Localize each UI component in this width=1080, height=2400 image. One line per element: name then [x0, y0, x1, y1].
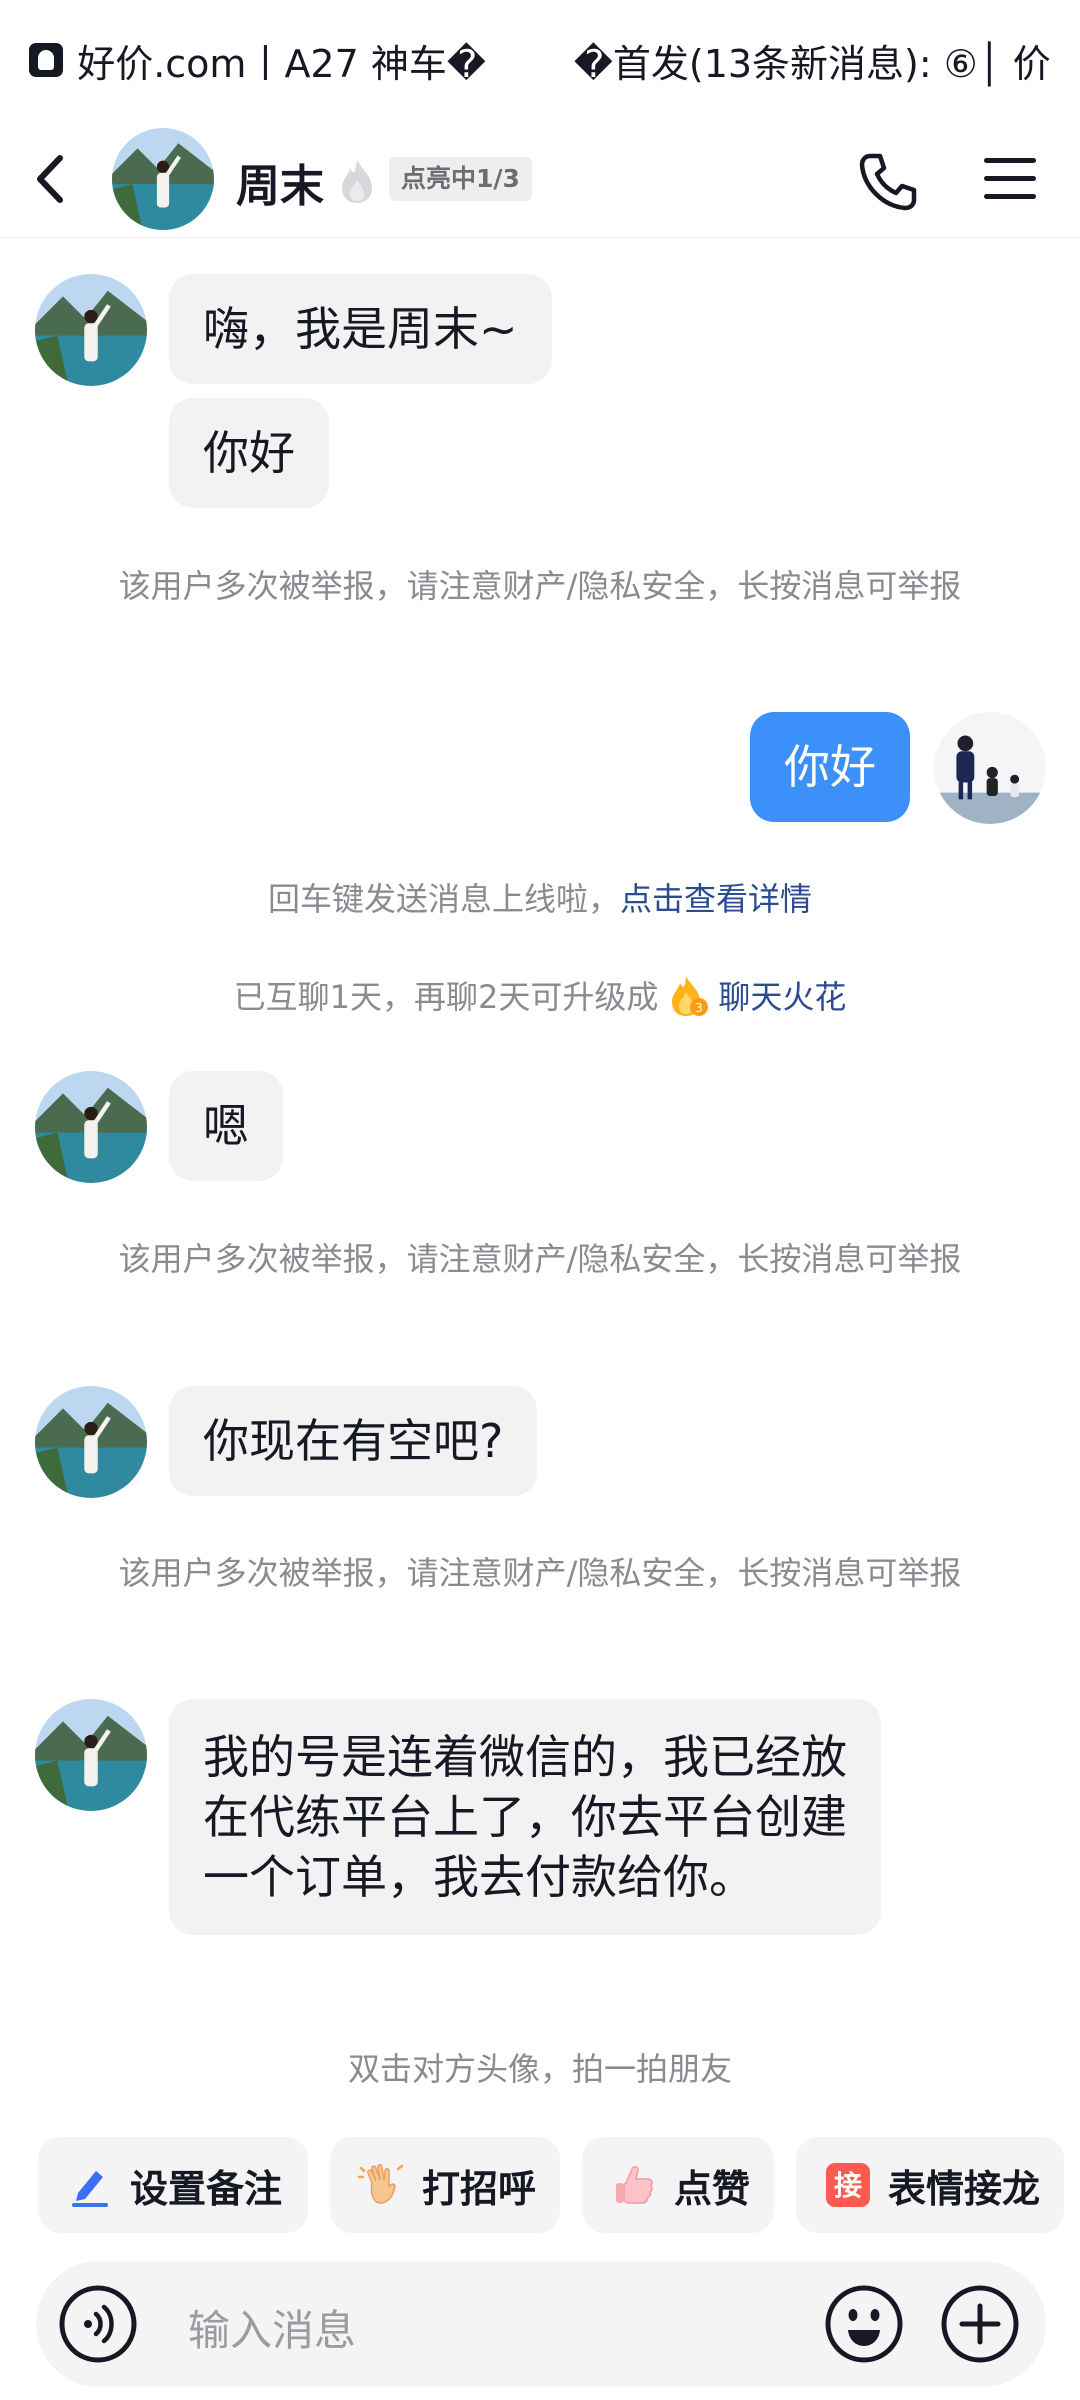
spark-fire-icon: 3	[672, 976, 709, 1016]
set-remark-chip[interactable]: 设置备注	[38, 2137, 308, 2233]
sender-avatar[interactable]	[35, 1386, 147, 1498]
voice-button[interactable]	[58, 2284, 138, 2364]
notification-app-icon	[29, 43, 64, 77]
plus-circle-icon	[941, 2285, 1019, 2363]
report-warning: 该用户多次被举报，请注意财产/隐私安全，长按消息可举报	[118, 567, 962, 605]
my-avatar[interactable]	[934, 712, 1046, 824]
status-bar: 好价.com丨A27 神车� �首发(13条新消息): ⑥│ 价	[0, 0, 1080, 120]
sender-avatar[interactable]	[35, 1699, 147, 1811]
like-label: 点赞	[674, 2166, 751, 2211]
received-message[interactable]: 嗨，我是周末~	[169, 274, 552, 384]
greet-chip[interactable]: 打招呼	[330, 2137, 560, 2233]
pencil-icon	[72, 2171, 108, 2207]
report-warning: 该用户多次被举报，请注意财产/隐私安全，长按消息可举报	[118, 1240, 962, 1278]
voice-wave-icon	[59, 2285, 137, 2363]
landscape-avatar-image	[112, 128, 214, 230]
message-input-bar: 输入消息	[36, 2261, 1046, 2387]
chat-screen: 好价.com丨A27 神车� �首发(13条新消息): ⑥│ 价 周末 点亮中1…	[0, 0, 1080, 2400]
status-notification-text: 好价.com丨A27 神车� �首发(13条新消息): ⑥│ 价	[77, 41, 1051, 86]
message-input[interactable]: 输入消息	[188, 2297, 356, 2358]
contact-name: 周末	[236, 161, 324, 212]
hamburger-menu-icon	[984, 158, 1036, 199]
sender-avatar[interactable]	[35, 1071, 147, 1183]
received-message[interactable]: 嗯	[169, 1071, 283, 1181]
svg-text:3: 3	[696, 1001, 704, 1015]
call-button[interactable]	[856, 150, 920, 214]
menu-button[interactable]	[980, 152, 1040, 206]
waving-hand-icon	[358, 2164, 404, 2204]
greet-label: 打招呼	[422, 2166, 537, 2211]
chevron-left-icon	[37, 155, 63, 203]
set-remark-label: 设置备注	[130, 2166, 283, 2211]
received-message[interactable]: 你现在有空吧?	[169, 1386, 538, 1496]
like-chip[interactable]: 点赞	[582, 2137, 774, 2233]
enter-key-notice: 回车键发送消息上线啦，点击查看详情	[267, 880, 813, 918]
light-badge: 点亮中1/3	[389, 157, 532, 201]
view-details-link[interactable]: 点击查看详情	[620, 880, 812, 918]
pat-hint: 双击对方头像，拍一拍朋友	[347, 2050, 732, 2088]
chat-spark-link[interactable]: 聊天火花	[718, 978, 846, 1016]
received-message[interactable]: 我的号是连着微信的，我已经放在代练平台上了，你去平台创建一个订单，我去付款给你。	[169, 1699, 881, 1935]
chat-header: 周末 点亮中1/3	[0, 120, 1080, 238]
spark-flame-icon	[342, 160, 372, 203]
contact-avatar[interactable]	[112, 128, 214, 230]
more-button[interactable]	[940, 2284, 1020, 2364]
phone-icon	[859, 153, 917, 211]
sent-message[interactable]: 你好	[750, 712, 910, 822]
svg-text:接: 接	[834, 2169, 862, 2202]
emoji-button[interactable]	[824, 2284, 904, 2364]
sender-avatar[interactable]	[35, 274, 147, 386]
report-warning: 该用户多次被举报，请注意财产/隐私安全，长按消息可举报	[118, 1554, 962, 1592]
emoji-chain-chip[interactable]: 接 表情接龙	[796, 2137, 1064, 2233]
back-button[interactable]	[18, 144, 88, 214]
spark-notice: 已互聊1天，再聊2天可升级成 3 聊天火花	[90, 970, 990, 1024]
emoji-chain-icon: 接	[826, 2163, 870, 2207]
thumbs-up-icon	[616, 2166, 653, 2204]
emoji-chain-label: 表情接龙	[888, 2166, 1041, 2211]
smiley-icon	[825, 2285, 903, 2363]
received-message[interactable]: 你好	[169, 398, 329, 508]
